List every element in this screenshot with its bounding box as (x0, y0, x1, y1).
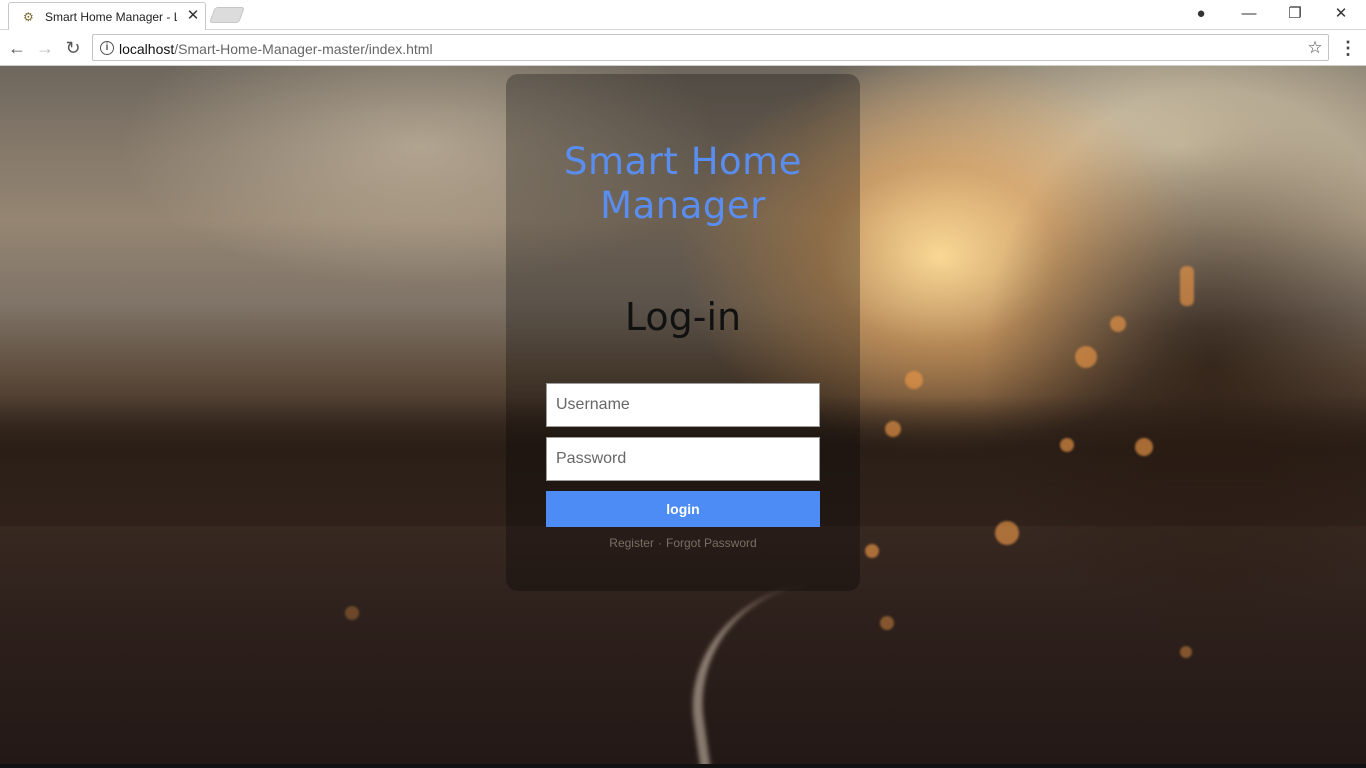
browser-titlebar: ⚙ Smart Home Manager - Login ✕ ● — ❐ ✕ (0, 0, 1366, 30)
auth-links: Register · Forgot Password (506, 536, 860, 550)
browser-toolbar: ← → ↻ i localhost/Smart-Home-Manager-mas… (0, 30, 1366, 66)
minimize-icon[interactable]: — (1226, 0, 1272, 28)
background-bokeh (1180, 266, 1194, 306)
house-icon: ⚙ (23, 10, 34, 24)
background-bokeh (995, 521, 1019, 545)
background-bokeh (885, 421, 901, 437)
kebab-menu-icon[interactable]: ⋮ (1338, 35, 1358, 61)
background-tree (980, 86, 1366, 646)
close-icon[interactable]: ✕ (185, 7, 201, 24)
star-icon[interactable]: ☆ (1305, 37, 1325, 59)
url-path: /Smart-Home-Manager-master/index.html (174, 41, 433, 57)
browser-tab[interactable]: ⚙ Smart Home Manager - Login ✕ (8, 2, 206, 30)
restore-icon[interactable]: ❐ (1272, 0, 1318, 28)
background-bokeh (1180, 646, 1192, 658)
forgot-password-link[interactable]: Forgot Password (666, 536, 757, 550)
background-bokeh (1075, 346, 1097, 368)
link-separator: · (657, 536, 662, 550)
register-link[interactable]: Register (609, 536, 654, 550)
window-close-icon[interactable]: ✕ (1318, 0, 1364, 28)
background-bokeh (880, 616, 894, 630)
background-bokeh (345, 606, 359, 620)
url-host: localhost (119, 41, 175, 57)
taskbar-edge (0, 764, 1366, 768)
background-bokeh (1060, 438, 1074, 452)
login-card: Smart Home Manager Log-in login Register… (506, 74, 860, 591)
forward-arrow-icon[interactable]: → (32, 35, 58, 61)
background-bokeh (905, 371, 923, 389)
address-bar[interactable]: i localhost/Smart-Home-Manager-master/in… (92, 34, 1329, 61)
background-bokeh (1135, 438, 1153, 456)
background-road (677, 571, 923, 768)
page-viewport: Smart Home Manager Log-in login Register… (0, 66, 1366, 768)
reload-icon[interactable]: ↻ (60, 35, 86, 61)
new-tab-button[interactable] (209, 7, 245, 23)
background-bokeh (865, 544, 879, 558)
app-title-line-1: Smart Home (564, 140, 802, 183)
info-icon[interactable]: i (100, 41, 114, 55)
password-input[interactable] (546, 437, 820, 481)
account-icon[interactable]: ● (1178, 0, 1224, 28)
app-title-line-2: Manager (600, 184, 766, 227)
tab-title: Smart Home Manager - Login (45, 10, 177, 24)
login-heading: Log-in (624, 295, 742, 339)
back-arrow-icon[interactable]: ← (4, 35, 30, 61)
background-bokeh (1110, 316, 1126, 332)
login-button[interactable]: login (546, 491, 820, 527)
app-title: Smart Home Manager (506, 140, 860, 228)
url-text[interactable]: localhost/Smart-Home-Manager-master/inde… (119, 41, 433, 57)
username-input[interactable] (546, 383, 820, 427)
